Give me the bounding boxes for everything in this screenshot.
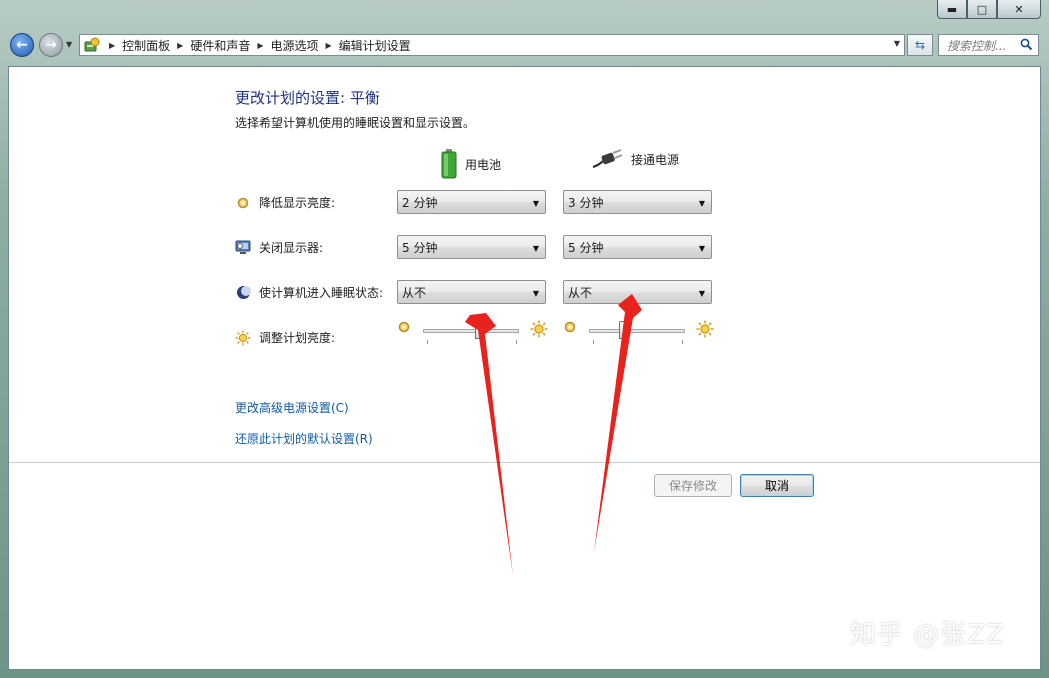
brightness-plugged-slider[interactable] [563,320,714,344]
dim-sun-icon [564,321,576,333]
breadcrumb-chevron-icon[interactable]: ▶ [177,41,183,50]
recent-pages-chevron-icon[interactable]: ▼ [66,40,72,49]
power-plug-icon [592,149,623,168]
save-changes-button[interactable]: 保存修改 [654,474,732,497]
column-label-battery: 用电池 [465,157,502,172]
breadcrumb-edit-plan[interactable]: 编辑计划设置 [339,37,411,54]
dim-sun-icon [398,321,410,333]
bright-sun-icon [696,320,714,338]
cancel-button[interactable]: 取消 [740,474,814,497]
turn-off-display-battery-select[interactable]: 5 分钟 ▼ [397,235,546,259]
slider-ticks [427,340,517,344]
breadcrumb-chevron-icon[interactable]: ▶ [257,41,263,50]
maximize-button[interactable]: □ [967,0,997,19]
row-brightness: 调整计划亮度: [235,329,335,346]
row-dim-display-label: 降低显示亮度: [259,196,336,210]
back-arrow-icon: ← [16,37,28,53]
brightness-battery-slider[interactable] [397,320,548,344]
forward-arrow-icon: → [45,37,57,53]
bright-sun-icon [530,320,548,338]
column-label-plugged: 接通电源 [631,152,680,167]
dim-display-battery-select[interactable]: 2 分钟 ▼ [397,190,546,214]
refresh-button[interactable]: ⇆ [907,34,933,56]
refresh-icon: ⇆ [914,38,926,52]
row-sleep: 使计算机进入睡眠状态: [235,284,383,301]
sleep-plugged-value: 从不 [568,285,593,300]
window-frame: ▬ □ ✕ ← → ▼ ▶ 控制面板 ▶ 硬件和声音 ▶ 电源选项 ▶ 编辑计划… [0,0,1049,678]
dim-display-icon [235,195,251,211]
chevron-down-icon: ▼ [698,199,705,208]
address-bar[interactable]: ▶ 控制面板 ▶ 硬件和声音 ▶ 电源选项 ▶ 编辑计划设置 ▼ [79,34,905,56]
close-button[interactable]: ✕ [997,0,1041,19]
forward-button[interactable]: → [39,33,63,57]
column-header-battery: 用电池 [441,149,501,179]
row-turn-off-display: 关闭显示器: [235,239,323,256]
slider-ticks [593,340,683,344]
back-button[interactable]: ← [10,33,34,57]
breadcrumb-hardware-sound[interactable]: 硬件和声音 [190,37,250,54]
breadcrumb-chevron-icon[interactable]: ▶ [326,41,332,50]
sleep-battery-select[interactable]: 从不 ▼ [397,280,546,304]
sleep-battery-value: 从不 [402,285,427,300]
slider-thumb[interactable] [474,321,485,339]
row-brightness-label: 调整计划亮度: [259,331,336,345]
search-box[interactable] [938,34,1039,56]
caption-buttons: ▬ □ ✕ [937,0,1041,19]
watermark: 知乎 @张ZZ [850,620,1005,650]
advanced-power-settings-link[interactable]: 更改高级电源设置(C) [235,399,349,416]
navigation-bar: ← → ▼ ▶ 控制面板 ▶ 硬件和声音 ▶ 电源选项 ▶ 编辑计划设置 ▼ ⇆ [0,31,1049,59]
turn-off-display-plugged-value: 5 分钟 [568,240,604,255]
page-title: 更改计划的设置: 平衡 [235,89,380,107]
chevron-down-icon: ▼ [532,199,539,208]
brightness-sun-icon [235,330,251,346]
page-subtitle: 选择希望计算机使用的睡眠设置和显示设置。 [235,116,476,130]
slider-thumb[interactable] [619,321,630,339]
row-sleep-label: 使计算机进入睡眠状态: [259,286,384,300]
content-pane: 更改计划的设置: 平衡 选择希望计算机使用的睡眠设置和显示设置。 用电池 接通电… [8,66,1041,670]
chevron-down-icon: ▼ [532,289,539,298]
chevron-down-icon: ▼ [698,289,705,298]
breadcrumb-control-panel[interactable]: 控制面板 [122,37,170,54]
row-turn-off-display-label: 关闭显示器: [259,241,324,255]
slider-track[interactable] [589,329,685,333]
sleep-moon-icon [235,285,251,301]
control-panel-icon [84,37,100,52]
chevron-down-icon: ▼ [698,244,705,253]
address-dropdown-icon[interactable]: ▼ [894,39,900,48]
sleep-plugged-select[interactable]: 从不 ▼ [563,280,712,304]
restore-defaults-link[interactable]: 还原此计划的默认设置(R) [235,430,373,447]
monitor-off-icon [235,240,251,256]
battery-icon [441,149,457,179]
turn-off-display-plugged-select[interactable]: 5 分钟 ▼ [563,235,712,259]
breadcrumb-chevron-icon[interactable]: ▶ [109,41,115,50]
divider [9,462,1040,463]
dim-display-plugged-select[interactable]: 3 分钟 ▼ [563,190,712,214]
dim-display-battery-value: 2 分钟 [402,195,438,210]
row-dim-display: 降低显示亮度: [235,194,335,211]
turn-off-display-battery-value: 5 分钟 [402,240,438,255]
minimize-button[interactable]: ▬ [937,0,967,19]
chevron-down-icon: ▼ [532,244,539,253]
magnifier-icon[interactable] [1020,38,1033,51]
dim-display-plugged-value: 3 分钟 [568,195,604,210]
slider-track[interactable] [423,329,519,333]
search-input[interactable] [945,36,1021,56]
column-header-plugged: 接通电源 [591,149,679,169]
breadcrumb-power-options[interactable]: 电源选项 [271,37,319,54]
